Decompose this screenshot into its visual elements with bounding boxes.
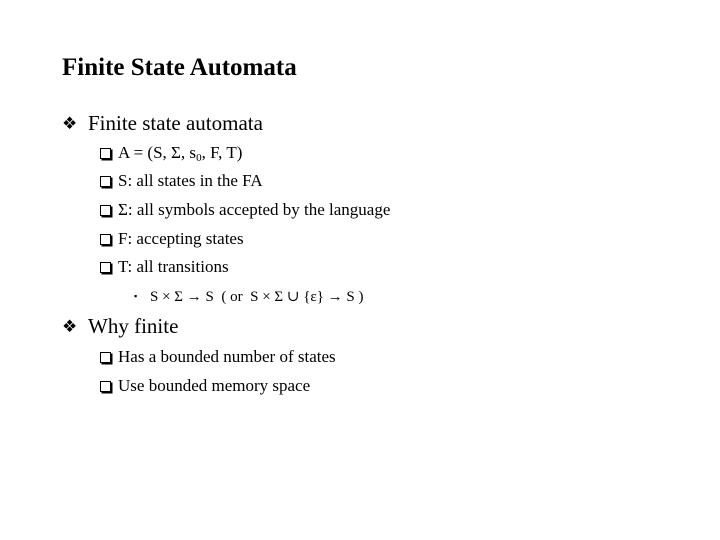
- list-item-text: S: all states in the FA: [118, 171, 263, 190]
- checkbox-bullet-icon: [100, 262, 111, 273]
- list-item-bounded-memory: Use bounded memory space: [100, 375, 310, 397]
- checkbox-bullet-icon: [100, 205, 111, 216]
- slide: Finite State Automata ❖ Finite state auto…: [0, 0, 720, 540]
- list-item-text: Has a bounded number of states: [118, 347, 336, 366]
- list-item-text: Σ: all symbols accepted by the language: [118, 200, 391, 219]
- list-item-transitions: T: all transitions: [100, 256, 229, 278]
- list-item-bounded-states: Has a bounded number of states: [100, 346, 336, 368]
- list-item-accepting-states: F: accepting states: [100, 228, 244, 250]
- checkbox-bullet-icon: [100, 352, 111, 363]
- list-item-text: Use bounded memory space: [118, 376, 311, 395]
- checkbox-bullet-icon: [100, 234, 111, 245]
- list-item-text: F: accepting states: [118, 229, 244, 248]
- definition-text-post: , F, T): [201, 143, 243, 162]
- section-heading-text: Finite state automata: [88, 111, 263, 135]
- list-item-definition: A = (S, Σ, s0, F, T): [100, 142, 242, 164]
- slide-title: Finite State Automata: [62, 54, 297, 81]
- list-item-symbols: Σ: all symbols accepted by the language: [100, 199, 390, 221]
- section-heading-text: Why finite: [88, 314, 179, 338]
- sub-item-transition-function: ▪ S × Σ → S ( or S × Σ ∪ {ε} → S ): [134, 286, 364, 307]
- transition-function-text: S × Σ → S ( or S × Σ ∪ {ε} → S ): [150, 289, 364, 305]
- checkbox-bullet-icon: [100, 148, 111, 159]
- diamond-bullet-icon: ❖: [62, 114, 78, 133]
- checkbox-bullet-icon: [100, 176, 111, 187]
- definition-text-pre: A = (S, Σ, s: [118, 143, 197, 162]
- list-item-text: T: all transitions: [118, 257, 229, 276]
- diamond-bullet-icon: ❖: [62, 317, 78, 336]
- square-bullet-icon: ▪: [134, 291, 138, 301]
- section-heading-why-finite: ❖ Why finite: [62, 313, 178, 340]
- section-heading-finite-state-automata: ❖ Finite state automata: [62, 110, 263, 137]
- list-item-states: S: all states in the FA: [100, 170, 263, 192]
- checkbox-bullet-icon: [100, 381, 111, 392]
